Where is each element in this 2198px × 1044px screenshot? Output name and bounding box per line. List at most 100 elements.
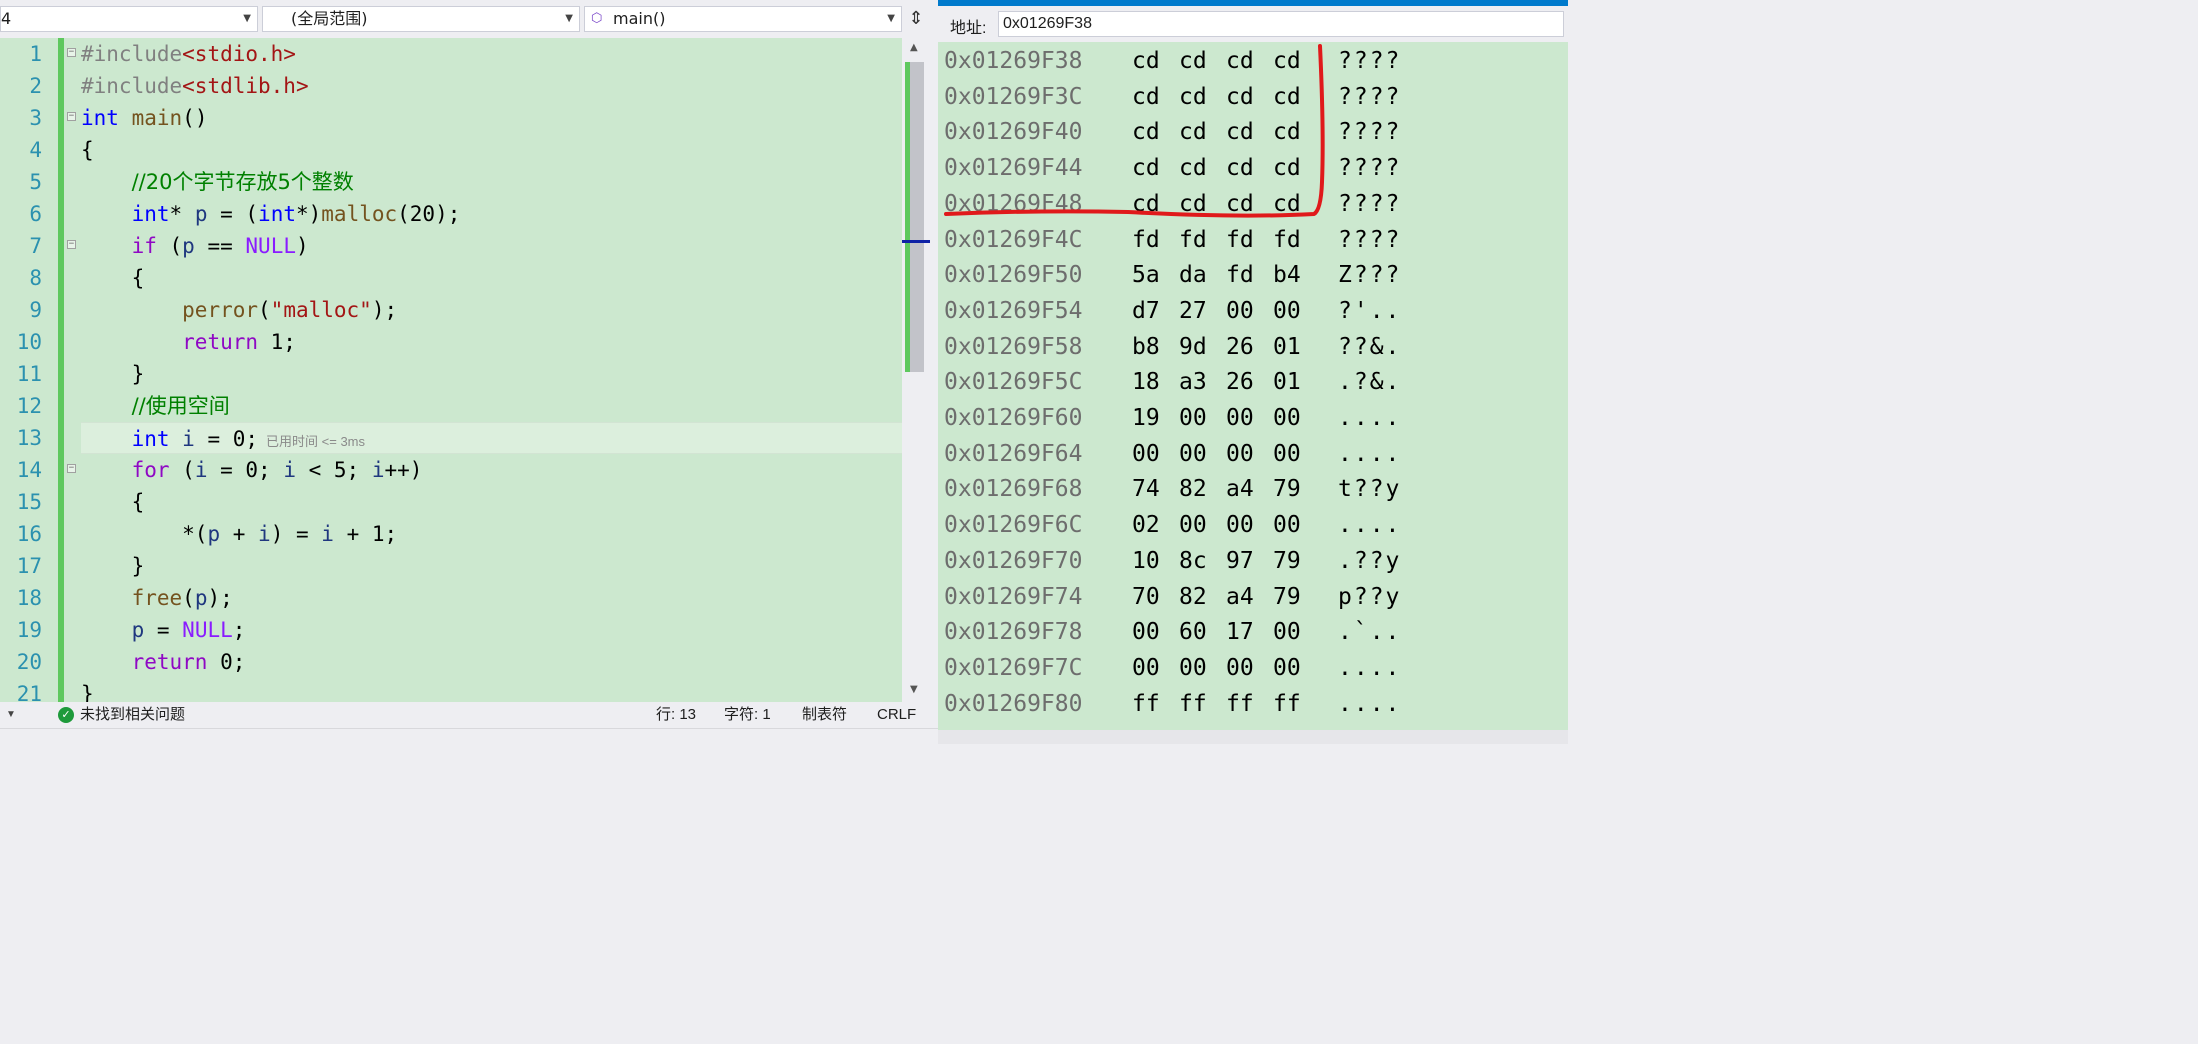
memory-byte[interactable]: fd — [1226, 258, 1273, 293]
memory-byte[interactable]: 00 — [1132, 615, 1179, 650]
memory-byte[interactable]: 27 — [1179, 294, 1226, 329]
char-indicator[interactable]: 字符: 1 — [724, 702, 771, 728]
memory-byte[interactable]: 00 — [1273, 615, 1320, 650]
memory-byte[interactable]: 97 — [1226, 544, 1273, 579]
memory-byte[interactable]: 9d — [1179, 330, 1226, 365]
address-input[interactable]: 0x01269F38 — [998, 11, 1564, 37]
memory-byte[interactable]: cd — [1132, 187, 1179, 222]
memory-byte[interactable]: 00 — [1132, 437, 1179, 472]
zoom-dropdown-icon[interactable]: ▼ — [6, 702, 16, 728]
memory-byte[interactable]: fd — [1273, 223, 1320, 258]
memory-byte[interactable]: 00 — [1179, 401, 1226, 436]
memory-byte[interactable]: cd — [1132, 44, 1179, 79]
scroll-up-icon[interactable]: ▲ — [910, 42, 918, 53]
memory-byte[interactable]: a3 — [1179, 365, 1226, 400]
memory-byte[interactable]: cd — [1226, 44, 1273, 79]
memory-byte[interactable]: cd — [1179, 151, 1226, 186]
memory-byte[interactable]: 00 — [1179, 651, 1226, 686]
memory-byte[interactable]: 10 — [1132, 544, 1179, 579]
line-ending-indicator[interactable]: CRLF — [877, 702, 916, 728]
memory-byte[interactable]: 8c — [1179, 544, 1226, 579]
memory-byte[interactable]: 82 — [1179, 580, 1226, 615]
memory-byte[interactable]: 00 — [1226, 651, 1273, 686]
memory-byte[interactable]: cd — [1179, 187, 1226, 222]
memory-grid[interactable]: 0x01269F38 cd cd cd cd???? 0x01269F3C cd cd cd cd… — [938, 42, 1568, 730]
memory-byte[interactable]: cd — [1132, 80, 1179, 115]
scrollbar-thumb[interactable] — [910, 62, 924, 372]
memory-byte[interactable]: ff — [1273, 687, 1320, 722]
scope-dropdown[interactable]: (全局范围) ▼ — [262, 6, 580, 32]
memory-byte[interactable]: 00 — [1273, 437, 1320, 472]
memory-byte[interactable]: 70 — [1132, 580, 1179, 615]
line-indicator[interactable]: 行: 13 — [656, 702, 696, 728]
memory-byte[interactable]: cd — [1132, 151, 1179, 186]
memory-byte[interactable]: 74 — [1132, 472, 1179, 507]
memory-byte[interactable]: ff — [1132, 687, 1179, 722]
memory-byte[interactable]: 00 — [1226, 401, 1273, 436]
address-label: 地址: — [950, 20, 987, 37]
memory-byte[interactable]: 00 — [1273, 294, 1320, 329]
collapse-icon[interactable]: − — [67, 48, 76, 57]
memory-bytes: 00 60 17 00 — [1132, 615, 1320, 650]
memory-byte[interactable]: cd — [1179, 115, 1226, 150]
memory-byte[interactable]: cd — [1226, 115, 1273, 150]
memory-byte[interactable]: da — [1179, 258, 1226, 293]
memory-byte[interactable]: 79 — [1273, 544, 1320, 579]
horizontal-scrollbar[interactable] — [938, 730, 1568, 744]
memory-byte[interactable]: 00 — [1273, 401, 1320, 436]
memory-byte[interactable]: 00 — [1273, 651, 1320, 686]
code-editor[interactable]: 1 2 3 4 5 6 7 8 9 10 11 12 13 14 15 16 17 18 19 20 21 − − − … — [0, 38, 902, 702]
memory-byte[interactable]: 02 — [1132, 508, 1179, 543]
memory-byte[interactable]: cd — [1179, 80, 1226, 115]
collapse-icon[interactable]: − — [67, 112, 76, 121]
memory-byte[interactable]: b4 — [1273, 258, 1320, 293]
memory-byte[interactable]: 17 — [1226, 615, 1273, 650]
memory-byte[interactable]: 5a — [1132, 258, 1179, 293]
collapse-icon[interactable]: − — [67, 464, 76, 473]
memory-byte[interactable]: cd — [1226, 80, 1273, 115]
memory-byte[interactable]: 19 — [1132, 401, 1179, 436]
memory-byte[interactable]: 26 — [1226, 330, 1273, 365]
memory-byte[interactable]: 00 — [1179, 508, 1226, 543]
memory-byte[interactable]: 00 — [1273, 508, 1320, 543]
memory-byte[interactable]: cd — [1273, 115, 1320, 150]
memory-byte[interactable]: fd — [1132, 223, 1179, 258]
memory-byte[interactable]: 00 — [1226, 508, 1273, 543]
memory-byte[interactable]: cd — [1132, 115, 1179, 150]
split-window-icon[interactable]: ⇕ — [904, 6, 928, 32]
memory-byte[interactable]: fd — [1226, 223, 1273, 258]
memory-byte[interactable]: 82 — [1179, 472, 1226, 507]
memory-byte[interactable]: 01 — [1273, 330, 1320, 365]
memory-byte[interactable]: 60 — [1179, 615, 1226, 650]
memory-byte[interactable]: a4 — [1226, 472, 1273, 507]
memory-byte[interactable]: 01 — [1273, 365, 1320, 400]
memory-byte[interactable]: 79 — [1273, 580, 1320, 615]
memory-byte[interactable]: 79 — [1273, 472, 1320, 507]
memory-byte[interactable]: 00 — [1132, 651, 1179, 686]
issues-status[interactable]: 未找到相关问题 — [80, 702, 185, 728]
vertical-scrollbar[interactable]: ▲ ▼ — [902, 38, 930, 702]
collapse-icon[interactable]: − — [67, 240, 76, 249]
memory-byte[interactable]: cd — [1226, 187, 1273, 222]
memory-byte[interactable]: 18 — [1132, 365, 1179, 400]
memory-byte[interactable]: 00 — [1179, 437, 1226, 472]
memory-byte[interactable]: ff — [1226, 687, 1273, 722]
memory-byte[interactable]: cd — [1273, 44, 1320, 79]
memory-byte[interactable]: fd — [1179, 223, 1226, 258]
memory-byte[interactable]: cd — [1273, 151, 1320, 186]
memory-byte[interactable]: d7 — [1132, 294, 1179, 329]
project-dropdown[interactable]: 4 ▼ — [0, 6, 258, 32]
memory-byte[interactable]: cd — [1273, 80, 1320, 115]
memory-byte[interactable]: a4 — [1226, 580, 1273, 615]
scroll-down-icon[interactable]: ▼ — [910, 684, 918, 695]
memory-byte[interactable]: b8 — [1132, 330, 1179, 365]
memory-byte[interactable]: cd — [1226, 151, 1273, 186]
indentation-indicator[interactable]: 制表符 — [802, 702, 847, 728]
memory-byte[interactable]: 00 — [1226, 294, 1273, 329]
function-dropdown[interactable]: ⬡ main() ▼ — [584, 6, 902, 32]
memory-byte[interactable]: 00 — [1226, 437, 1273, 472]
memory-byte[interactable]: cd — [1179, 44, 1226, 79]
memory-byte[interactable]: 26 — [1226, 365, 1273, 400]
memory-byte[interactable]: cd — [1273, 187, 1320, 222]
memory-byte[interactable]: ff — [1179, 687, 1226, 722]
